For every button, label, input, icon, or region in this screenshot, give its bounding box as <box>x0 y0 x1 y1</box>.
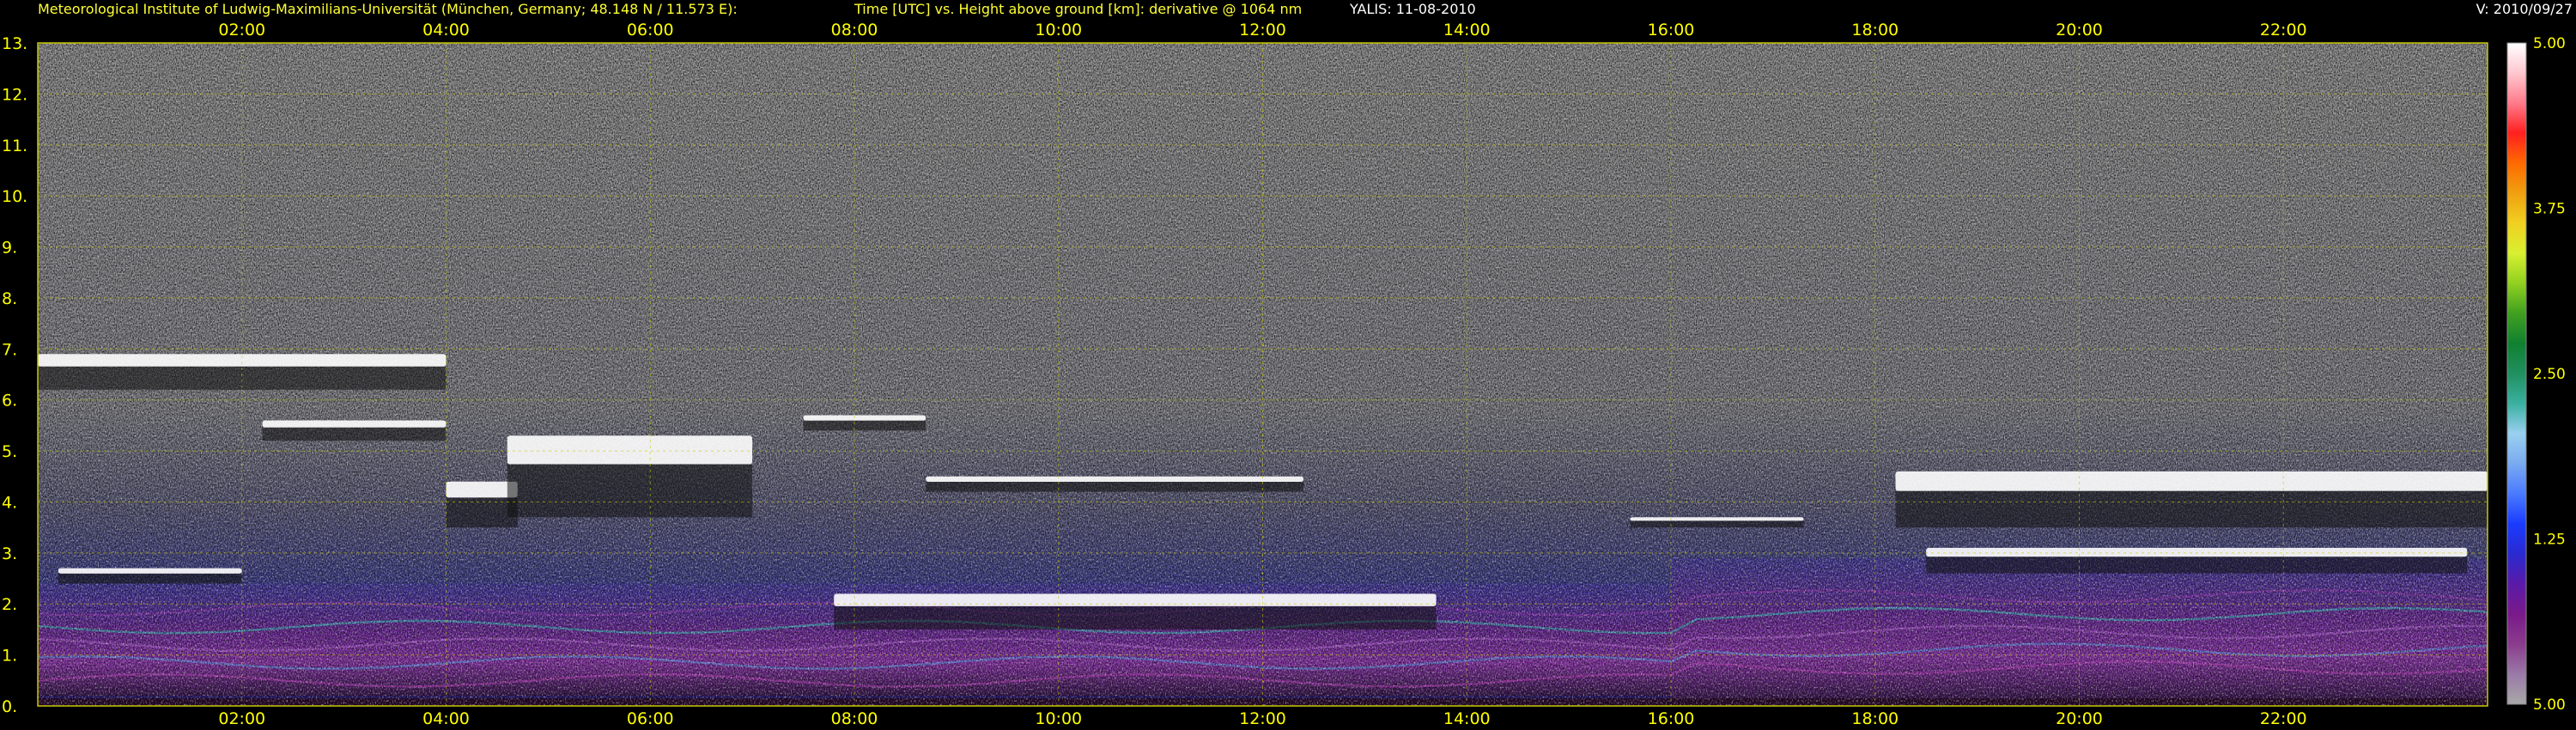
cloud-shadow <box>507 464 753 518</box>
cloud-top <box>446 481 518 498</box>
cloud-layer <box>58 568 242 584</box>
x-tick-label: 02:00 <box>218 709 265 728</box>
x-tick-label: 08:00 <box>831 709 878 728</box>
cloud-layer <box>262 420 447 441</box>
cloud-layer <box>834 593 1437 630</box>
colorbar-tick-label: 3.75 <box>2533 201 2566 218</box>
y-tick-label: 12. <box>2 85 27 104</box>
y-tick-label: 7. <box>2 340 17 359</box>
x-tick-label: 08:00 <box>831 21 878 40</box>
x-axis-bottom: 02:00 04:00 06:00 08:00 10:00 12:00 14:00 16:00… <box>218 709 2306 728</box>
station-date: YALIS: 11-08-2010 <box>1349 1 1476 17</box>
y-tick-label: 4. <box>2 493 17 512</box>
y-axis: 0. 1. 2. 3. 4. 5. 6. 7. 8. 9. 10. 11. 12. 13. <box>2 34 27 716</box>
y-tick-label: 11. <box>2 137 27 155</box>
y-tick-label: 10. <box>2 187 27 206</box>
colorbar: 5.00 3.75 2.50 1.25 5.00 <box>2506 35 2566 714</box>
x-tick-label: 10:00 <box>1035 709 1082 728</box>
y-tick-label: 2. <box>2 595 17 614</box>
cloud-shadow <box>926 482 1304 492</box>
cloud-layer <box>926 476 1304 492</box>
cloud-layer <box>446 481 518 528</box>
colorbar-tick-label: 1.25 <box>2533 532 2566 549</box>
x-tick-label: 14:00 <box>1443 709 1491 728</box>
plot-area <box>37 42 2488 707</box>
colorbar-ticks: 5.00 3.75 2.50 1.25 5.00 <box>2533 35 2566 714</box>
cloud-top <box>834 593 1437 606</box>
x-tick-label: 20:00 <box>2056 21 2103 40</box>
cloud-shadow <box>1630 520 1804 528</box>
version-label: V: 2010/09/27 <box>2476 1 2573 17</box>
x-tick-label: 22:00 <box>2260 21 2307 40</box>
x-tick-label: 18:00 <box>1851 709 1899 728</box>
y-tick-label: 3. <box>2 544 17 563</box>
x-tick-label: 20:00 <box>2056 709 2103 728</box>
axes-description: Time [UTC] vs. Height above ground [km]:… <box>854 1 1302 17</box>
y-tick-label: 1. <box>2 647 17 666</box>
cloud-layer <box>803 415 927 431</box>
x-tick-label: 22:00 <box>2260 709 2307 728</box>
cloud-top <box>1630 517 1804 521</box>
institute-label: Meteorological Institute of Ludwig-Maxim… <box>38 1 738 17</box>
y-tick-label: 9. <box>2 239 17 258</box>
x-tick-label: 14:00 <box>1443 21 1491 40</box>
cloud-top <box>58 568 242 574</box>
x-tick-label: 16:00 <box>1648 709 1695 728</box>
cloud-top <box>262 420 447 428</box>
cloud-top <box>1926 547 2468 557</box>
cloud-layer <box>1895 471 2488 528</box>
y-tick-label: 6. <box>2 392 17 411</box>
colorbar-tick-label: 2.50 <box>2533 366 2566 383</box>
cloud-layer <box>38 354 447 390</box>
cloud-shadow <box>1895 490 2488 528</box>
cloud-top <box>507 435 753 465</box>
cloud-shadow <box>262 427 447 441</box>
x-tick-label: 16:00 <box>1648 21 1695 40</box>
cloud-shadow <box>58 573 242 584</box>
x-tick-label: 12:00 <box>1239 21 1286 40</box>
cloud-top <box>1895 471 2488 491</box>
y-tick-label: 5. <box>2 442 17 461</box>
y-tick-label: 13. <box>2 34 27 53</box>
cloud-layer <box>507 435 753 518</box>
cloud-shadow <box>803 420 927 431</box>
x-tick-label: 04:00 <box>422 21 470 40</box>
cloud-top <box>803 415 927 421</box>
colorbar-tick-label: 5.00 <box>2533 35 2566 52</box>
x-tick-label: 12:00 <box>1239 709 1286 728</box>
x-tick-label: 18:00 <box>1851 21 1899 40</box>
x-tick-label: 06:00 <box>627 21 674 40</box>
x-tick-label: 02:00 <box>218 21 265 40</box>
y-tick-label: 8. <box>2 289 17 308</box>
y-tick-label: 0. <box>2 697 17 716</box>
cloud-layer <box>1630 517 1804 528</box>
cloud-shadow <box>834 605 1437 630</box>
cloud-shadow <box>1926 557 2468 574</box>
x-tick-label: 06:00 <box>627 709 674 728</box>
colorbar-bar <box>2506 42 2527 705</box>
x-axis-top: 02:00 04:00 06:00 08:00 10:00 12:00 14:00 16:00… <box>218 21 2306 40</box>
lidar-chart: Meteorological Institute of Ludwig-Maxim… <box>2 1 2573 728</box>
x-tick-label: 04:00 <box>422 709 470 728</box>
x-tick-label: 10:00 <box>1035 21 1082 40</box>
cloud-layer <box>1926 547 2468 574</box>
cloud-top <box>926 476 1304 483</box>
colorbar-tick-label: 5.00 <box>2533 697 2566 714</box>
